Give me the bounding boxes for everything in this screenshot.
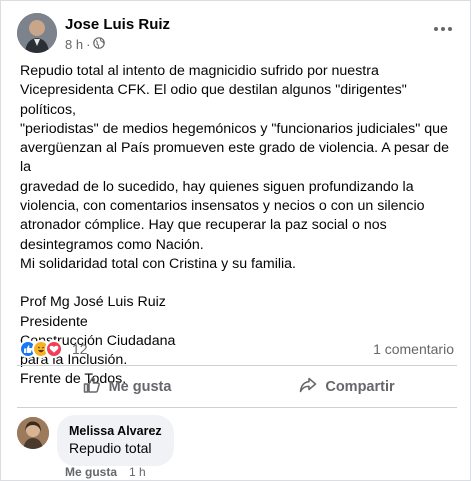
signature-line: Presidente	[20, 313, 88, 330]
commenter-avatar[interactable]	[17, 417, 49, 449]
post-line: Mi solidaridad total con Cristina y su f…	[20, 255, 296, 272]
comment-time[interactable]: 1 h	[129, 465, 146, 479]
post-line: gravedad de lo sucedido, hay quienes sig…	[20, 178, 414, 195]
like-button[interactable]: Me gusta	[17, 369, 237, 405]
like-button-label: Me gusta	[108, 379, 172, 395]
reaction-count: 12	[72, 341, 88, 357]
post-line: atronador cómplice. Hay que recuperar la…	[20, 217, 387, 234]
share-button[interactable]: Compartir	[237, 369, 457, 405]
post-line: violencia, con comentarios insensatos y …	[20, 198, 425, 215]
post-line: avergüenzan al País promueven este grado…	[20, 140, 450, 176]
signature-line: Prof Mg José Luis Ruiz	[20, 294, 166, 311]
divider	[17, 365, 457, 366]
more-options-icon[interactable]	[429, 19, 457, 39]
post-line: Vicepresidenta CFK. El odio que destilan…	[20, 82, 407, 118]
meta-separator: ·	[86, 37, 91, 52]
post-meta: 8 h ·	[65, 37, 106, 52]
post-header: Jose Luis Ruiz 8 h ·	[17, 13, 457, 57]
post-line: desintegramos como Nación.	[20, 236, 204, 253]
comment-text: Repudio total	[69, 440, 152, 456]
author-name[interactable]: Jose Luis Ruiz	[65, 16, 170, 33]
commenter-name[interactable]: Melissa Alvarez	[69, 423, 162, 439]
divider	[17, 407, 457, 408]
comment-like-button[interactable]: Me gusta	[65, 465, 117, 479]
post-line: "periodistas" de medios hegemónicos y "f…	[20, 120, 448, 137]
thumbs-up-icon	[83, 376, 101, 398]
share-button-label: Compartir	[325, 379, 395, 395]
love-reaction-icon	[45, 340, 63, 358]
comment-meta: Me gusta 1 h	[65, 465, 146, 479]
post-card: Jose Luis Ruiz 8 h · Repudio total al in…	[0, 0, 471, 481]
comment-count-link[interactable]: 1 comentario	[373, 341, 454, 357]
post-line: Repudio total al intento de magnicidio s…	[20, 63, 379, 79]
comment-bubble: Melissa Alvarez Repudio total	[57, 415, 174, 466]
reaction-summary[interactable]: 12	[19, 339, 88, 359]
globe-icon	[93, 37, 106, 52]
author-avatar[interactable]	[17, 13, 57, 53]
share-icon	[299, 376, 317, 398]
post-time[interactable]: 8 h	[65, 37, 83, 52]
post-actions: Me gusta Compartir	[17, 369, 457, 405]
